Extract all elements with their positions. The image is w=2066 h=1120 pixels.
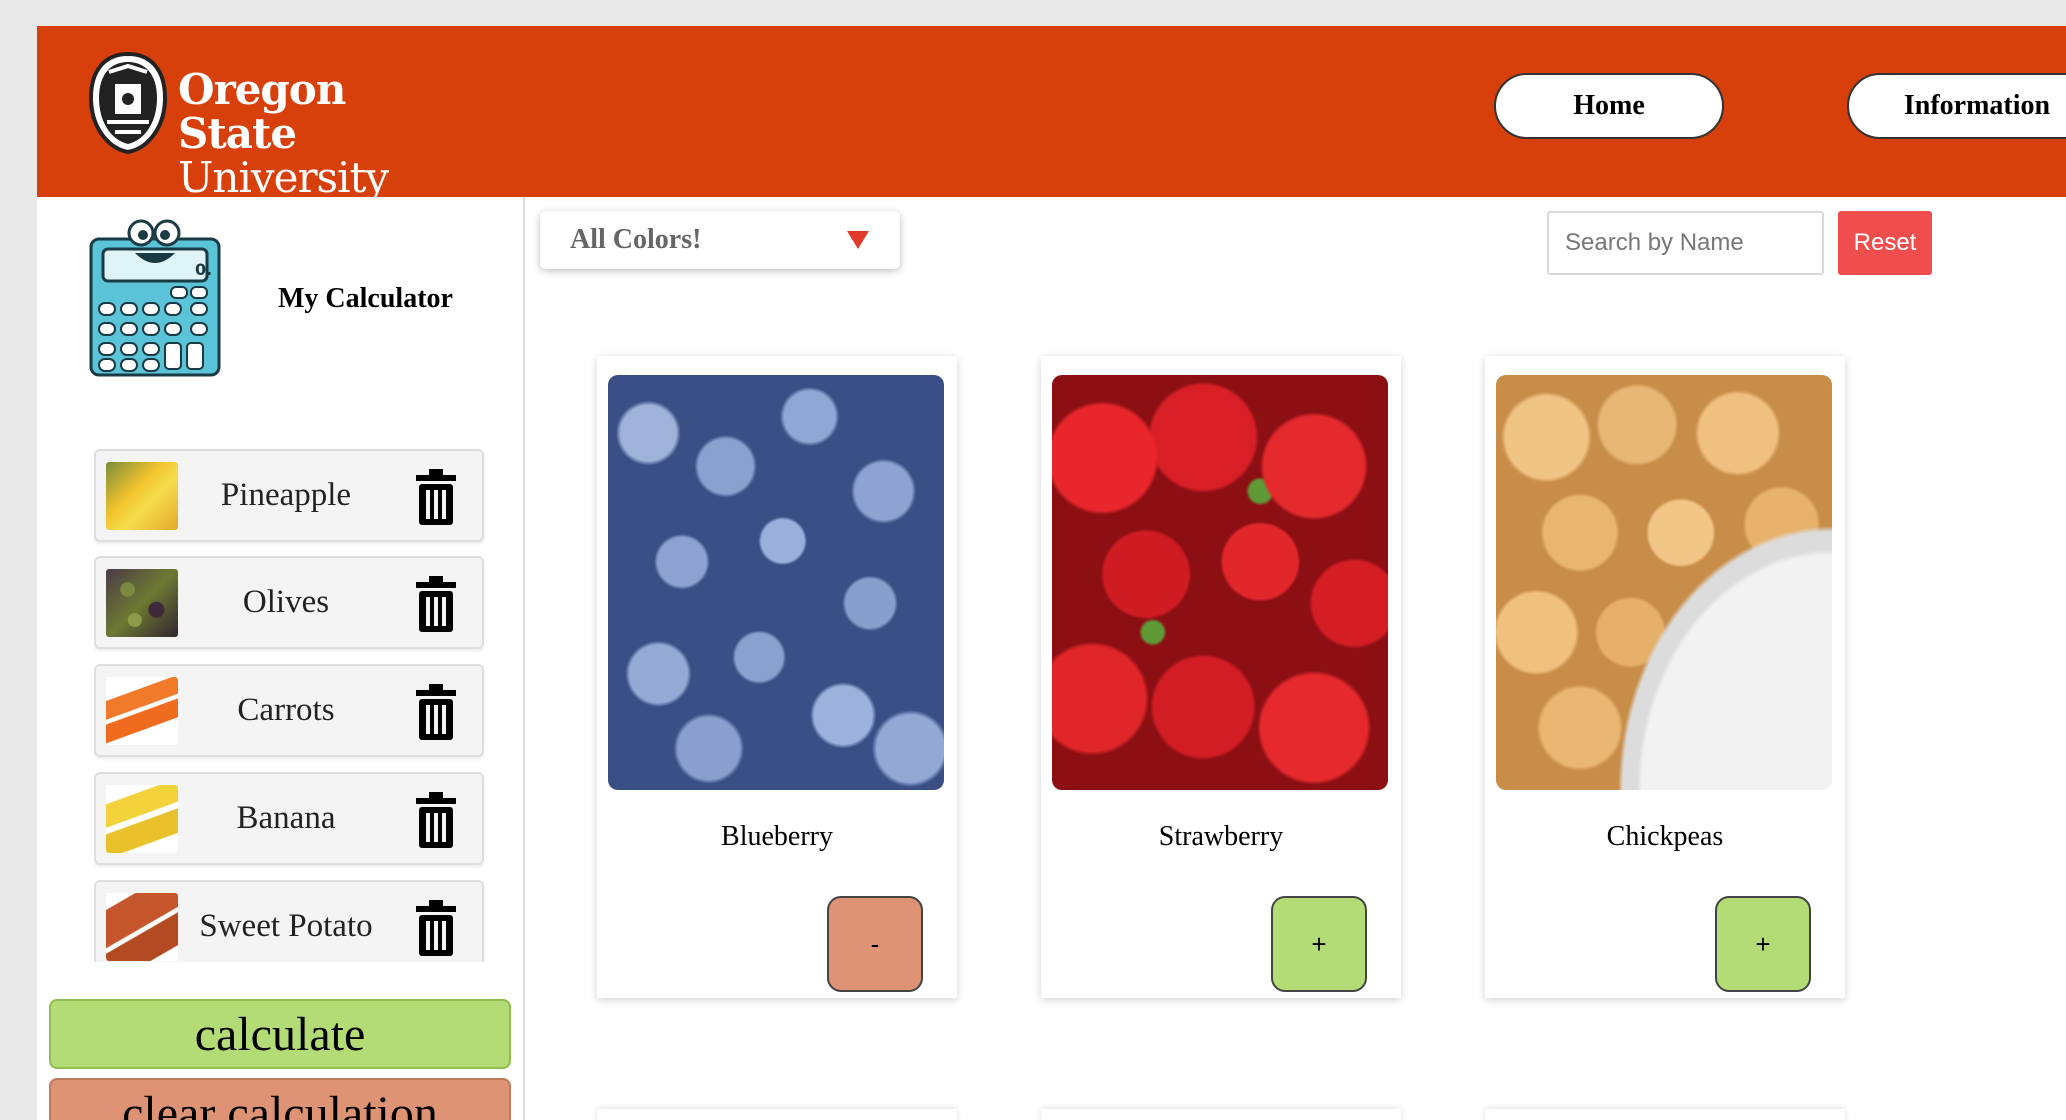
calculator-title: My Calculator bbox=[278, 283, 453, 314]
strawberry-image bbox=[1052, 375, 1388, 790]
svg-text:0.: 0. bbox=[195, 260, 212, 279]
calculator-sidebar: 0. My Calculator Pineapple Olives Carrot… bbox=[37, 197, 525, 1120]
add-item-button[interactable]: + bbox=[1715, 896, 1811, 992]
logo-line-2: University bbox=[178, 153, 389, 202]
list-item: Pineapple bbox=[94, 449, 484, 542]
search-input[interactable] bbox=[1547, 211, 1824, 275]
logo-line-1: Oregon State bbox=[178, 65, 346, 158]
sweet-potato-thumbnail bbox=[106, 893, 178, 961]
olives-thumbnail bbox=[106, 569, 178, 637]
nav-home-button[interactable]: Home bbox=[1494, 73, 1724, 139]
osu-wordmark: Oregon State University bbox=[178, 68, 445, 200]
product-card-partial bbox=[1485, 1109, 1845, 1120]
list-item: Sweet Potato bbox=[94, 880, 484, 962]
trash-icon[interactable] bbox=[414, 469, 458, 525]
blueberry-image bbox=[608, 375, 944, 790]
calculator-item-list[interactable]: Pineapple Olives Carrots Banana Sweet Po bbox=[94, 449, 494, 962]
clear-calculation-button[interactable]: clear calculation bbox=[49, 1078, 511, 1120]
product-card-partial bbox=[1041, 1109, 1401, 1120]
calculator-mascot-icon: 0. bbox=[89, 219, 221, 377]
list-item: Olives bbox=[94, 556, 484, 649]
top-header: Oregon State University Home Information bbox=[37, 26, 2066, 200]
calculate-button[interactable]: calculate bbox=[49, 999, 511, 1069]
list-item: Banana bbox=[94, 772, 484, 865]
banana-thumbnail bbox=[106, 785, 178, 853]
trash-icon[interactable] bbox=[414, 792, 458, 848]
item-name: Banana bbox=[236, 800, 336, 836]
product-name: Chickpeas bbox=[1606, 821, 1724, 852]
product-name: Strawberry bbox=[1158, 821, 1284, 852]
list-item: Carrots bbox=[94, 664, 484, 757]
item-name: Pineapple bbox=[220, 477, 352, 513]
dropdown-caret-icon bbox=[847, 231, 869, 249]
item-name: Sweet Potato bbox=[199, 908, 373, 944]
product-card: Chickpeas + bbox=[1485, 356, 1845, 998]
color-filter-dropdown[interactable]: All Colors! bbox=[540, 211, 900, 269]
product-card-partial bbox=[597, 1109, 957, 1120]
item-name: Carrots bbox=[237, 692, 335, 728]
trash-icon[interactable] bbox=[414, 684, 458, 740]
osu-logo[interactable]: Oregon State University bbox=[85, 48, 445, 200]
pineapple-thumbnail bbox=[106, 462, 178, 530]
trash-icon[interactable] bbox=[414, 576, 458, 632]
trash-icon[interactable] bbox=[414, 900, 458, 956]
calculator-header: 0. My Calculator bbox=[85, 219, 505, 379]
item-name: Olives bbox=[242, 584, 330, 620]
product-name: Blueberry bbox=[721, 821, 833, 852]
osu-seal-icon bbox=[88, 51, 168, 155]
app-frame: Oregon State University Home Information… bbox=[37, 26, 2066, 1120]
reset-button[interactable]: Reset bbox=[1838, 211, 1932, 275]
add-item-button[interactable]: + bbox=[1271, 896, 1367, 992]
nav-information-button[interactable]: Information bbox=[1847, 73, 2066, 139]
color-filter-value: All Colors! bbox=[570, 224, 702, 255]
product-card: Blueberry - bbox=[597, 356, 957, 998]
remove-item-button[interactable]: - bbox=[827, 896, 923, 992]
carrots-thumbnail bbox=[106, 677, 178, 745]
chickpeas-image bbox=[1496, 375, 1832, 790]
product-card: Strawberry + bbox=[1041, 356, 1401, 998]
